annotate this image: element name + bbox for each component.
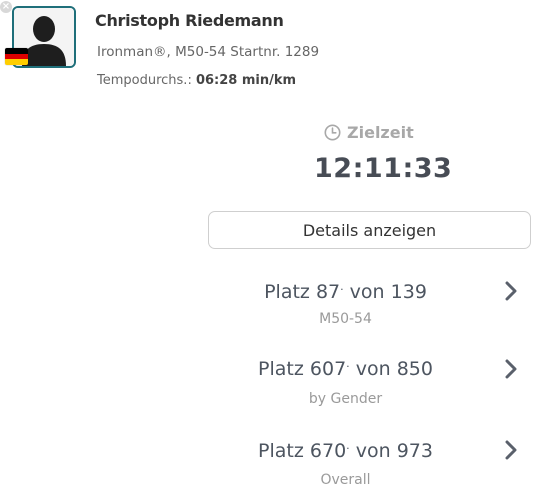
ranking-separator: von — [355, 358, 391, 380]
chevron-right-icon[interactable] — [504, 358, 518, 380]
ordinal-dot: . — [340, 280, 344, 293]
ranking-prefix: Platz — [258, 358, 304, 380]
ranking-separator: von — [349, 281, 385, 303]
chevron-right-icon[interactable] — [504, 439, 518, 461]
ordinal-dot: . — [346, 439, 350, 452]
ranking-place: 607 — [309, 358, 347, 380]
target-label-text: Zielzeit — [347, 123, 414, 142]
pace-value: 06:28 min/km — [195, 73, 297, 88]
target-time-label: Zielzeit — [324, 123, 414, 142]
target-time-value: 12:11:33 — [314, 153, 453, 184]
ranking-total: 973 — [396, 440, 433, 462]
athlete-name: Christoph Riedemann — [95, 11, 284, 30]
ranking-place: 87 — [315, 281, 341, 303]
ranking-row-age-group[interactable]: Platz 87. von 139 M50-54 — [208, 278, 531, 332]
germany-flag-icon — [5, 48, 28, 65]
close-icon[interactable]: × — [0, 1, 12, 13]
ordinal-dot: . — [346, 357, 350, 370]
ranking-prefix: Platz — [258, 440, 304, 462]
flag-stripe — [5, 59, 28, 65]
ranking-category: M50-54 — [319, 311, 372, 327]
chevron-right-icon[interactable] — [504, 280, 518, 302]
ranking-line: Platz 670. von 973 — [208, 439, 483, 462]
ranking-line: Platz 607. von 850 — [208, 357, 483, 380]
details-button[interactable]: Details anzeigen — [208, 211, 531, 249]
ranking-row-overall[interactable]: Platz 670. von 973 Overall — [208, 435, 531, 493]
athlete-pace: Tempodurchs.: 06:28 min/km — [97, 73, 296, 88]
ranking-place: 670 — [309, 440, 347, 462]
ranking-line: Platz 87. von 139 — [208, 280, 483, 303]
ranking-total: 850 — [396, 358, 433, 380]
ranking-separator: von — [355, 440, 391, 462]
athlete-event-line: Ironman®, M50-54 Startnr. 1289 — [97, 44, 320, 60]
ranking-prefix: Platz — [264, 281, 310, 303]
ranking-row-gender[interactable]: Platz 607. von 850 by Gender — [208, 353, 531, 407]
ranking-total: 139 — [390, 281, 427, 303]
ranking-category: Overall — [320, 472, 371, 488]
pace-label: Tempodurchs.: — [97, 73, 192, 88]
ranking-category: by Gender — [308, 391, 383, 407]
clock-icon — [324, 124, 341, 141]
